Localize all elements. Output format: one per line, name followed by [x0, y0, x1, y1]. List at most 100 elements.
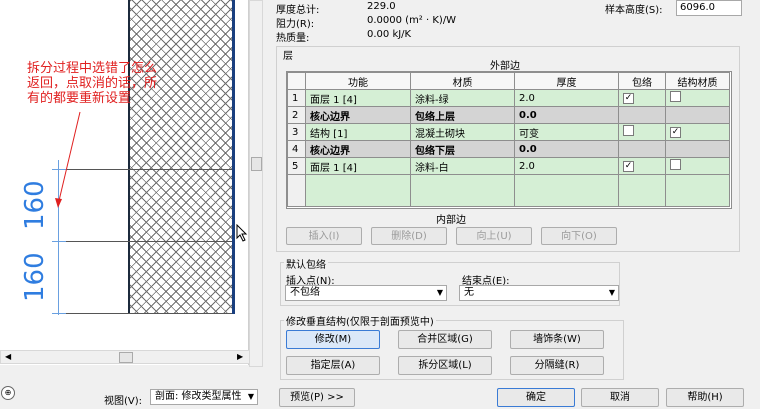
modify-button[interactable]: 修改(M) [286, 330, 380, 349]
wrap-cell[interactable] [618, 123, 666, 141]
zoom-icon[interactable]: ⊕ [1, 386, 15, 400]
material-cell[interactable]: 包络上层 [410, 106, 515, 124]
material-cell[interactable]: 涂料-白 [410, 157, 515, 175]
ok-button[interactable]: 确定 [497, 388, 575, 407]
dimension-tick [52, 241, 66, 242]
split-region-button[interactable]: 拆分区域(L) [398, 356, 492, 375]
core-boundary-line [232, 0, 235, 314]
cancel-button[interactable]: 取消 [581, 388, 659, 407]
wrap-cell[interactable]: ✓ [618, 157, 666, 175]
checkbox-icon[interactable] [623, 125, 634, 136]
section-preview[interactable]: 160 160 拆分过程中选错了怎么返回，点取消的话，所有的都要重新设置 [0, 0, 249, 365]
end-point-select[interactable]: 无 ▼ [459, 285, 619, 301]
function-header[interactable]: 功能 [305, 72, 411, 90]
move-up-button[interactable]: 向上(U) [456, 227, 532, 245]
structural-material-cell[interactable] [665, 157, 730, 175]
layers-table-container: 功能 材质 厚度 包络 结构材质 1 面层 1 [4] 涂料-绿 2.0 ✓ 2 核心边界包… [286, 71, 732, 209]
material-cell[interactable]: 混凝土砌块 [410, 123, 515, 141]
row-number-cell: 3 [287, 123, 306, 141]
insert-point-value: 不包络 [290, 287, 320, 298]
view-value: 剖面: 修改类型属性 [155, 391, 242, 402]
thickness-value: 229.0 [367, 1, 396, 12]
insert-button[interactable]: 插入(I) [286, 227, 362, 245]
move-down-button[interactable]: 向下(O) [541, 227, 617, 245]
chevron-down-icon: ▼ [608, 288, 615, 297]
thermal-mass-value: 0.00 kJ/K [367, 29, 412, 40]
vertical-structure-title: 修改垂直结构(仅限于剖面预览中) [284, 313, 436, 328]
function-cell[interactable]: 面层 1 [4] [305, 157, 411, 175]
view-select[interactable]: 剖面: 修改类型属性 ▼ [150, 389, 258, 405]
layers-title: 层 [281, 47, 295, 62]
row-number-header [287, 72, 306, 90]
table-row[interactable]: 4 核心边界 包络下层 0.0 [287, 140, 730, 158]
thickness-cell[interactable]: 2.0 [514, 89, 619, 107]
wall-core-hatch [128, 0, 233, 314]
checkbox-checked-icon[interactable]: ✓ [623, 161, 634, 172]
structural-material-cell[interactable] [665, 89, 730, 107]
function-cell[interactable]: 面层 1 [4] [305, 89, 411, 107]
function-cell[interactable]: 核心边界 [305, 106, 411, 124]
thermal-mass-label: 热质量: [276, 33, 310, 44]
region-split-line-3 [60, 313, 232, 314]
scroll-left-arrow-icon[interactable]: ◀ [5, 352, 11, 361]
thickness-cell[interactable]: 可变 [514, 123, 619, 141]
sweeps-button[interactable]: 墙饰条(W) [510, 330, 604, 349]
region-split-line-2 [60, 241, 232, 242]
view-label: 视图(V): [104, 396, 143, 407]
thickness-cell[interactable]: 2.0 [514, 157, 619, 175]
help-button[interactable]: 帮助(H) [666, 388, 744, 407]
preview-horizontal-scrollbar[interactable]: ◀ ▶ [0, 350, 250, 364]
thickness-label: 厚度总计: [276, 5, 320, 16]
interior-side-label: 内部边 [436, 215, 466, 226]
function-cell[interactable]: 核心边界 [305, 140, 411, 158]
function-cell[interactable]: 结构 [1] [305, 123, 411, 141]
structural-material-cell[interactable] [665, 106, 730, 124]
checkbox-checked-icon[interactable]: ✓ [670, 127, 681, 138]
checkbox-icon[interactable] [670, 159, 681, 170]
wrap-cell[interactable] [618, 106, 666, 124]
chevron-down-icon: ▼ [436, 288, 443, 297]
thickness-cell[interactable]: 0.0 [514, 140, 619, 158]
table-row[interactable]: 1 面层 1 [4] 涂料-绿 2.0 ✓ [287, 89, 730, 107]
delete-button[interactable]: 删除(D) [371, 227, 447, 245]
row-number-cell: 1 [287, 89, 306, 107]
layers-table: 功能 材质 厚度 包络 结构材质 1 面层 1 [4] 涂料-绿 2.0 ✓ 2 核心边界包… [287, 72, 730, 207]
row-number-cell: 4 [287, 140, 306, 158]
structural-material-cell[interactable]: ✓ [665, 123, 730, 141]
wrap-cell[interactable] [618, 140, 666, 158]
wrap-header[interactable]: 包络 [618, 72, 666, 90]
merge-regions-button[interactable]: 合并区域(G) [398, 330, 492, 349]
material-cell[interactable]: 涂料-绿 [410, 89, 515, 107]
table-row[interactable]: 5 面层 1 [4] 涂料-白 2.0 ✓ [287, 157, 730, 175]
preview-toggle-button[interactable]: 预览(P) >> [279, 388, 355, 407]
thickness-cell[interactable]: 0.0 [514, 106, 619, 124]
scroll-thumb[interactable] [119, 352, 133, 363]
scroll-right-arrow-icon[interactable]: ▶ [237, 352, 243, 361]
wrap-cell[interactable]: ✓ [618, 89, 666, 107]
table-empty-row [287, 174, 730, 207]
material-header[interactable]: 材质 [410, 72, 515, 90]
checkbox-icon[interactable] [670, 91, 681, 102]
chevron-down-icon: ▼ [247, 392, 254, 401]
thickness-header[interactable]: 厚度 [514, 72, 619, 90]
preview-vertical-scrollbar[interactable] [249, 0, 263, 367]
dimension-text-upper: 160 [20, 180, 50, 230]
insert-point-select[interactable]: 不包络 ▼ [285, 285, 447, 301]
table-header-row: 功能 材质 厚度 包络 结构材质 [287, 72, 730, 90]
structural-material-header[interactable]: 结构材质 [665, 72, 730, 90]
dimension-text-lower: 160 [20, 252, 50, 302]
mouse-cursor-icon [236, 224, 248, 242]
assign-layers-button[interactable]: 指定层(A) [286, 356, 380, 375]
row-number-cell: 5 [287, 157, 306, 175]
table-row[interactable]: 3 结构 [1] 混凝土砌块 可变 ✓ [287, 123, 730, 141]
resistance-value: 0.0000 (m² · K)/W [367, 15, 457, 26]
structural-material-cell[interactable] [665, 140, 730, 158]
table-row[interactable]: 2 核心边界 包络上层 0.0 [287, 106, 730, 124]
annotation-note: 拆分过程中选错了怎么返回，点取消的话，所有的都要重新设置 [27, 61, 158, 106]
reveals-button[interactable]: 分隔缝(R) [510, 356, 604, 375]
checkbox-checked-icon[interactable]: ✓ [623, 93, 634, 104]
material-cell[interactable]: 包络下层 [410, 140, 515, 158]
sample-height-label: 样本高度(S): [605, 5, 663, 16]
scroll-thumb[interactable] [251, 157, 262, 171]
sample-height-input[interactable]: 6096.0 [676, 0, 742, 16]
